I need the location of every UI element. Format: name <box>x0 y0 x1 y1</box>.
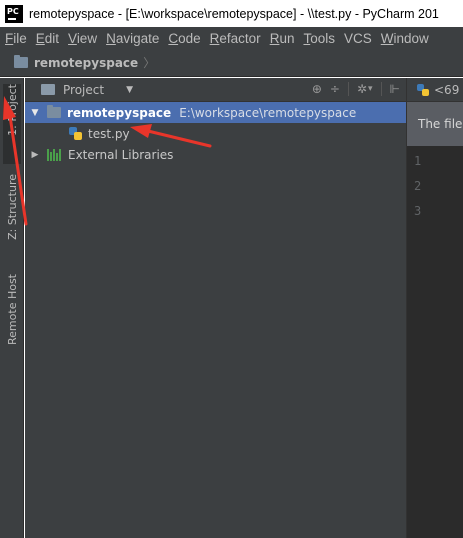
python-file-icon <box>417 83 429 96</box>
chevron-right-icon: 〉 <box>143 56 156 70</box>
pycharm-logo-icon: PC <box>5 4 23 23</box>
menu-view[interactable]: View <box>68 31 97 46</box>
editor-tab-label: <69 <box>434 82 460 97</box>
tree-file-label: test.py <box>88 126 130 141</box>
menu-tools[interactable]: Tools <box>303 31 335 46</box>
tree-file-test-py[interactable]: test.py <box>25 123 406 144</box>
tree-external-libraries[interactable]: ▶ External Libraries <box>25 144 406 165</box>
tab-structure[interactable]: Z: Structure <box>3 174 21 260</box>
tab-project-label: 1: Project <box>5 84 19 136</box>
line-number: 2 <box>414 179 422 193</box>
window-title: remotepyspace - [E:\workspace\remotepysp… <box>29 6 439 21</box>
hide-panel-icon[interactable]: ⊩ <box>390 82 400 96</box>
line-number: 1 <box>414 154 422 168</box>
menu-navigate[interactable]: Navigate <box>106 31 159 46</box>
editor-notification-banner: The file <box>407 102 463 146</box>
window-title-bar: PC remotepyspace - [E:\workspace\remotep… <box>0 0 463 27</box>
menu-edit[interactable]: Edit <box>36 31 59 46</box>
tab-remote-host[interactable]: Remote Host <box>3 274 21 348</box>
menu-run[interactable]: Run <box>270 31 295 46</box>
menu-refactor[interactable]: Refactor <box>210 31 261 46</box>
expand-arrow-icon[interactable]: ▶ <box>29 150 41 160</box>
menu-window[interactable]: Window <box>381 31 429 46</box>
gear-icon[interactable]: ✲ <box>357 82 367 96</box>
line-number: 3 <box>414 204 422 218</box>
toolbar-divider <box>347 82 349 96</box>
settings-caret-icon[interactable]: ▾ <box>368 84 373 94</box>
left-tool-window-strip: 1: Project Z: Structure Remote Host <box>0 78 24 538</box>
breadcrumb-project[interactable]: remotepyspace <box>34 56 138 70</box>
editor-notification-text: The file <box>418 117 463 131</box>
folder-icon <box>47 105 61 118</box>
menu-vcs[interactable]: VCS <box>344 31 372 46</box>
tree-root-remotepyspace[interactable]: ▼ remotepyspace E:\workspace\remotepyspa… <box>25 102 406 123</box>
menu-code[interactable]: Code <box>168 31 200 46</box>
scroll-from-source-icon[interactable]: ⊕ <box>312 82 322 96</box>
libraries-icon <box>47 148 62 161</box>
project-tool-window: Project ▼ ⊕ ÷ ✲ ▾ ⊩ ▼ remotepyspace E:\w… <box>25 78 406 538</box>
tree-libraries-label: External Libraries <box>68 147 174 162</box>
project-view-selector[interactable]: Project <box>63 83 104 97</box>
python-file-icon <box>69 127 82 140</box>
menu-bar: File Edit View Navigate Code Refactor Ru… <box>0 27 463 49</box>
editor-area: <69 The file 1 2 3 <box>406 78 463 538</box>
tab-remote-host-label: Remote Host <box>5 274 19 345</box>
project-panel-header: Project ▼ ⊕ ÷ ✲ ▾ ⊩ <box>25 78 406 102</box>
folder-icon <box>14 55 28 68</box>
project-view-icon <box>41 84 55 95</box>
menu-file[interactable]: File <box>5 31 27 46</box>
tree-root-path: E:\workspace\remotepyspace <box>179 105 357 120</box>
project-panel-toolbar: ⊕ ÷ ✲ ▾ ⊩ <box>304 82 400 96</box>
editor-tab[interactable]: <69 <box>407 78 463 102</box>
expand-arrow-icon[interactable]: ▼ <box>29 108 41 118</box>
tab-structure-label: Z: Structure <box>5 174 19 240</box>
line-number-gutter: 1 2 3 <box>407 146 463 229</box>
project-tree: ▼ remotepyspace E:\workspace\remotepyspa… <box>25 102 406 165</box>
navigation-bar: remotepyspace 〉 <box>0 49 463 77</box>
tree-root-label: remotepyspace <box>67 105 172 120</box>
tab-project[interactable]: 1: Project <box>3 84 21 164</box>
toolbar-divider <box>380 82 382 96</box>
chevron-down-icon[interactable]: ▼ <box>126 85 133 95</box>
collapse-all-icon[interactable]: ÷ <box>330 82 340 96</box>
